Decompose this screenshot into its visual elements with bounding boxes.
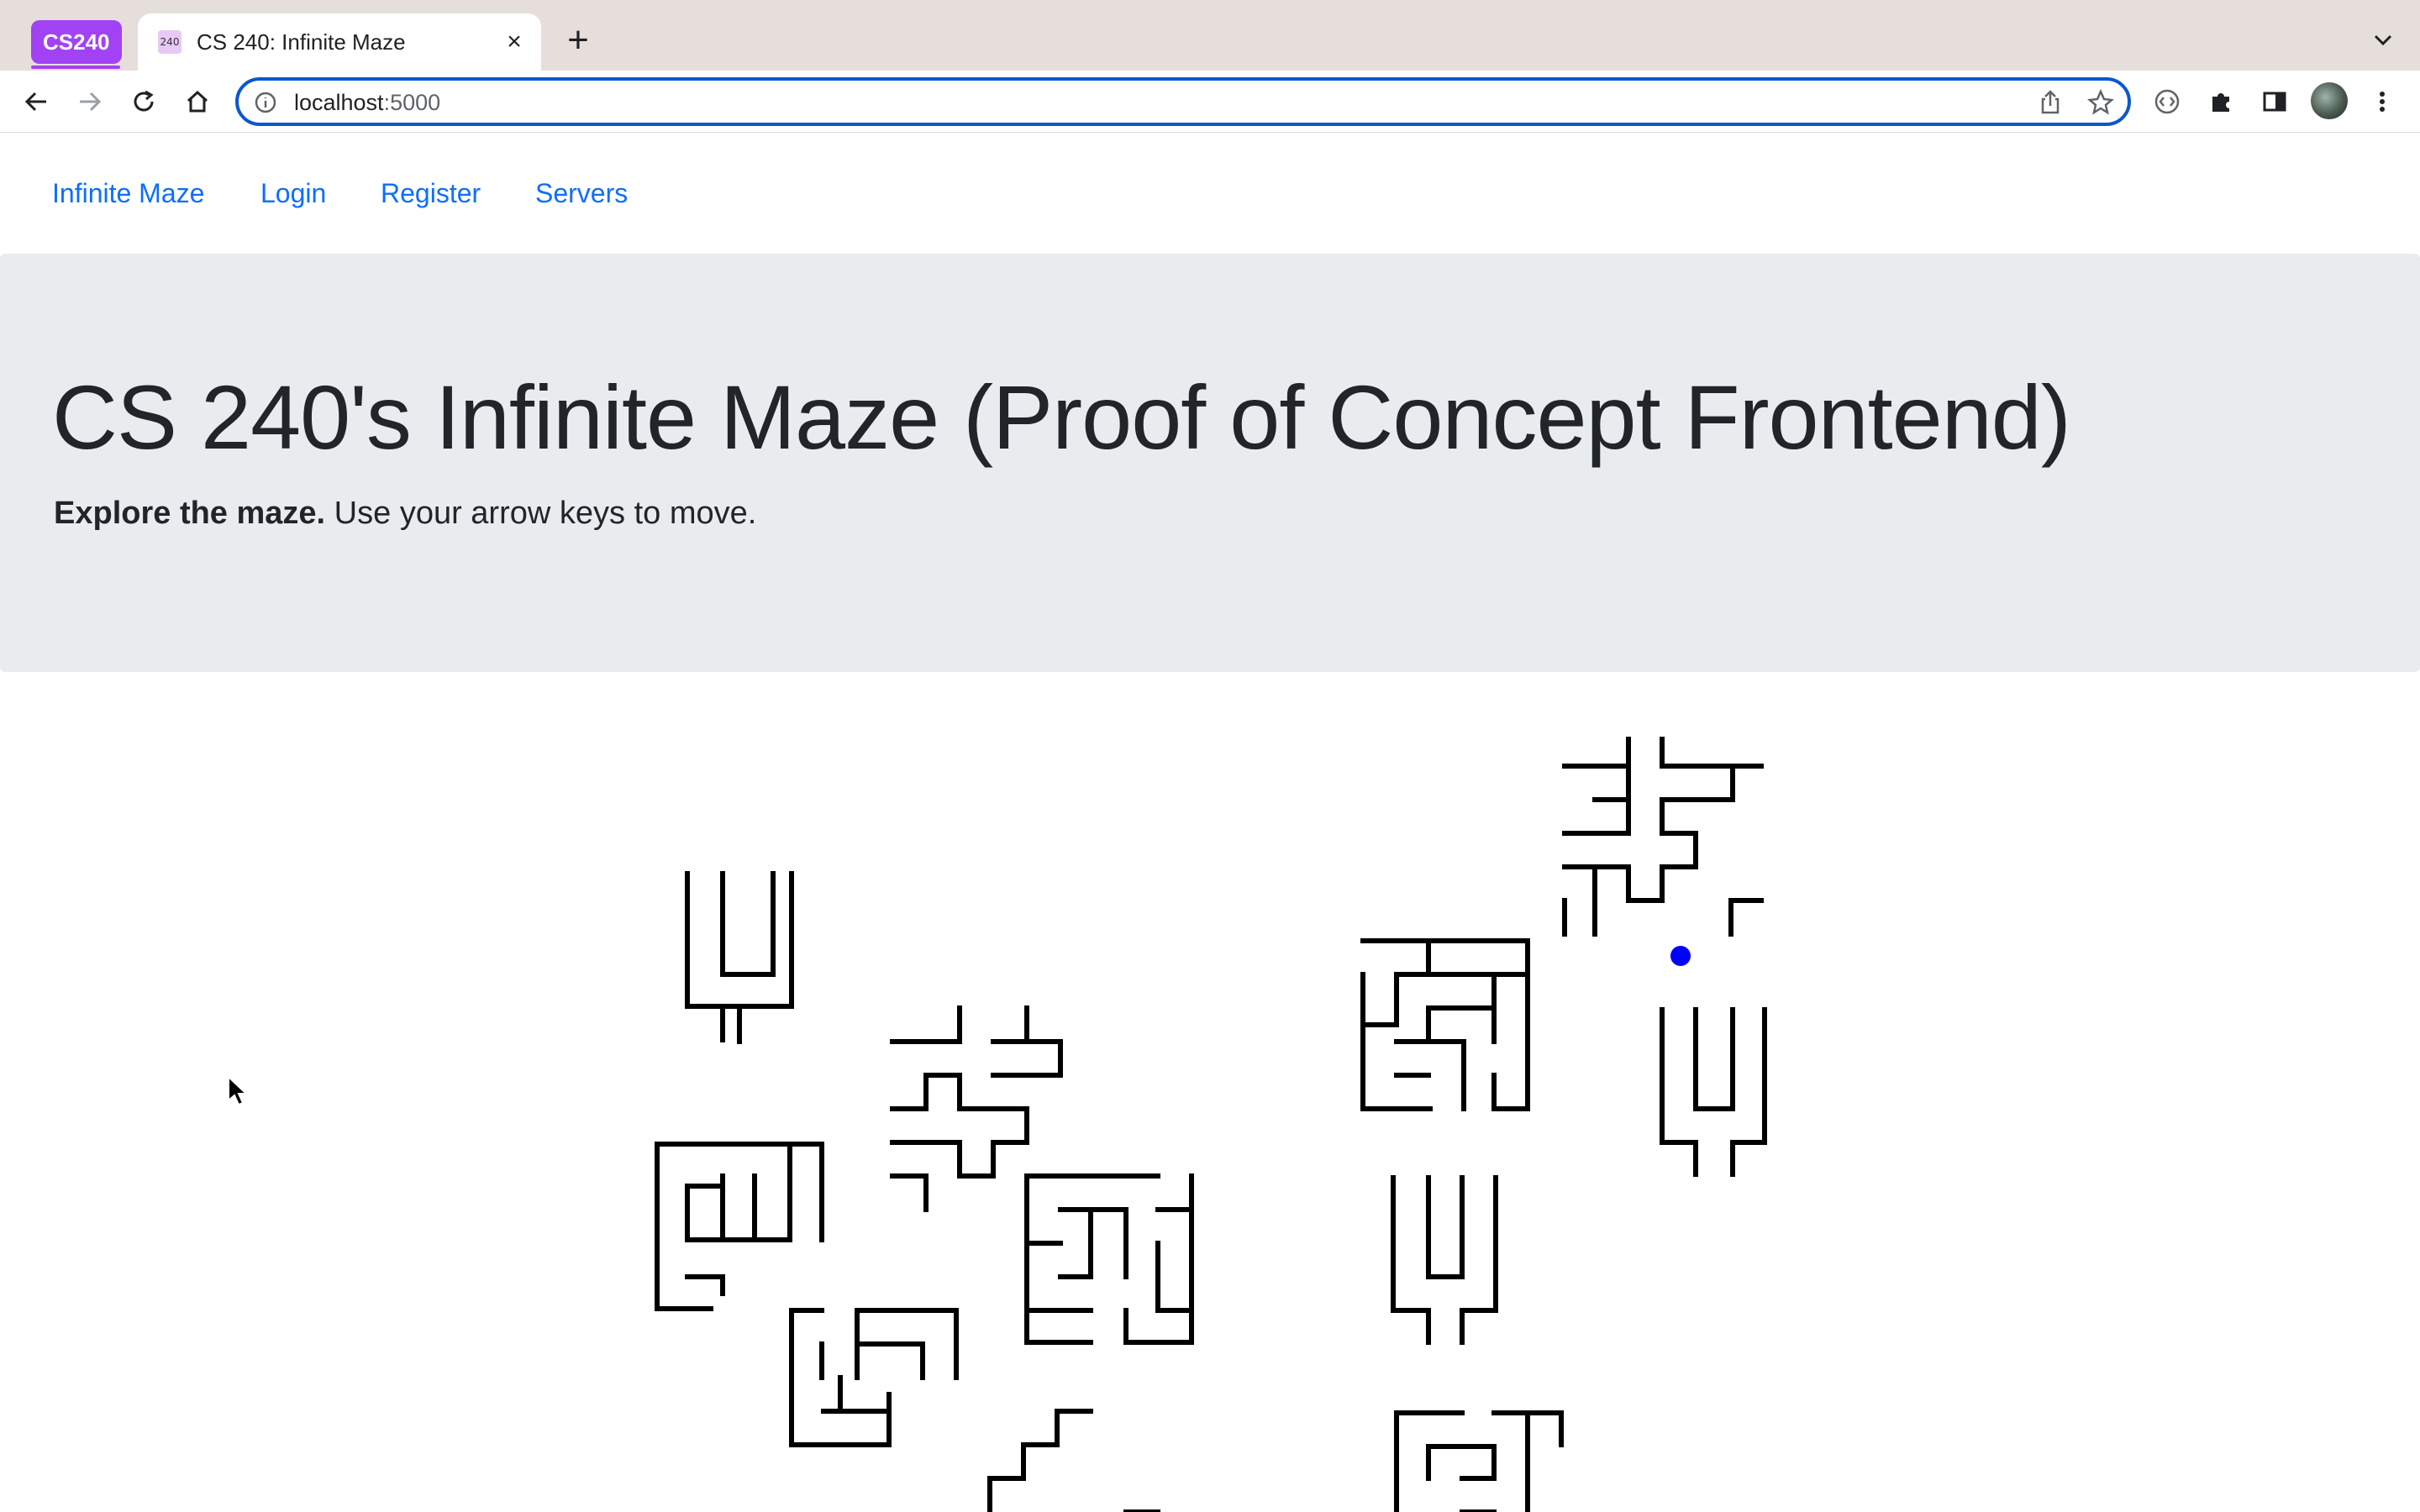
tab-group-chip[interactable]: CS240	[31, 20, 122, 64]
maze-block	[685, 871, 794, 1044]
tab-favicon-icon: 240	[158, 30, 182, 54]
maze-block	[1024, 1173, 1194, 1345]
maze-block	[655, 1142, 824, 1311]
nav-brand-link[interactable]: Infinite Maze	[52, 176, 204, 210]
hero-lead-bold: Explore the maze.	[54, 496, 326, 531]
forward-arrow-icon[interactable]	[71, 82, 109, 121]
new-tab-button[interactable]: +	[560, 22, 597, 59]
maze-block	[1391, 1175, 1498, 1345]
maze-block	[1562, 737, 1764, 937]
maze-block	[1394, 1410, 1564, 1512]
site-navbar: Infinite Maze Login Register Servers	[0, 133, 2420, 254]
reload-icon[interactable]	[124, 82, 163, 121]
hero-lead: Explore the maze. Use your arrow keys to…	[54, 492, 756, 534]
hero-jumbotron: CS 240's Infinite Maze (Proof of Concept…	[0, 254, 2420, 672]
maze-block	[987, 1409, 1160, 1512]
info-icon[interactable]	[254, 91, 277, 114]
browser-toolbar: localhost:5000	[0, 71, 2420, 133]
sidepanel-icon[interactable]	[2255, 82, 2294, 121]
mouse-cursor-icon	[228, 1075, 249, 1106]
maze-block	[1360, 938, 1530, 1111]
back-arrow-icon[interactable]	[17, 82, 55, 121]
tab-title: CS 240: Infinite Maze	[197, 29, 406, 55]
code-icon[interactable]	[2148, 82, 2186, 121]
kebab-menu-icon[interactable]	[2363, 82, 2402, 121]
maze-block	[890, 1005, 1063, 1212]
nav-register-link[interactable]: Register	[381, 176, 481, 210]
tab-close-icon[interactable]: ×	[499, 27, 529, 57]
maze-canvas[interactable]	[0, 672, 2420, 1512]
extensions-icon[interactable]	[2202, 82, 2240, 121]
maze-drawing	[655, 737, 1767, 1512]
profile-avatar[interactable]	[2311, 82, 2348, 119]
tab-search-chevron-icon[interactable]	[2368, 25, 2398, 55]
url-text[interactable]: localhost:5000	[294, 89, 440, 116]
page-title: CS 240's Infinite Maze (Proof of Concept…	[52, 366, 2071, 468]
hero-lead-rest: Use your arrow keys to move.	[325, 496, 757, 531]
player-dot	[1670, 946, 1691, 966]
star-icon[interactable]	[2086, 87, 2116, 118]
browser-tab-strip: CS240 240 CS 240: Infinite Maze × +	[0, 0, 2420, 71]
address-bar[interactable]: localhost:5000	[235, 77, 2131, 126]
browser-tab-active[interactable]: 240 CS 240: Infinite Maze ×	[138, 13, 541, 71]
maze-block	[1660, 1007, 1767, 1177]
maze-block	[789, 1308, 959, 1447]
nav-servers-link[interactable]: Servers	[535, 176, 628, 210]
home-icon[interactable]	[178, 82, 217, 121]
share-icon[interactable]	[2035, 87, 2065, 118]
tab-group-underline	[31, 66, 120, 69]
nav-login-link[interactable]: Login	[260, 176, 326, 210]
